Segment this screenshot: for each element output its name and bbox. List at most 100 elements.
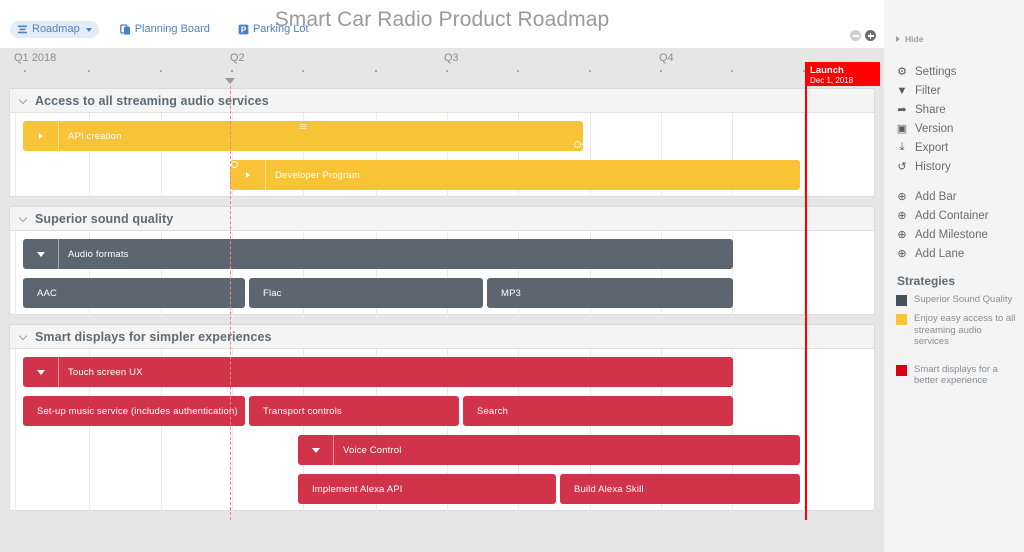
swimlane: Smart displays for simpler experiences To…: [9, 324, 875, 512]
dependency-handle[interactable]: [574, 140, 581, 148]
sidebar-item-label: Add Lane: [915, 247, 965, 260]
roadmap-container-bar[interactable]: Voice Control: [298, 435, 800, 465]
milestone-launch-line: [805, 86, 807, 520]
sidebar-item-share[interactable]: ➦ Share: [896, 100, 1024, 119]
filter-icon: ▼: [896, 84, 908, 97]
bar-label: Audio formats: [68, 248, 129, 260]
roadmap-bar[interactable]: Implement Alexa API: [298, 474, 556, 504]
roadmap-container-bar[interactable]: Developer Program: [223, 160, 800, 190]
roadmap-bar[interactable]: Flac: [249, 278, 483, 308]
today-marker-triangle: [225, 78, 235, 84]
roadmap-container-bar[interactable]: Touch screen UX: [23, 357, 733, 387]
timeline-header[interactable]: Q1 2018 Q2 Q3 Q4 Launch Dec 1, 2018: [0, 48, 884, 86]
view-tab-roadmap[interactable]: Roadmap: [10, 21, 99, 38]
add-lane-icon: ⊕: [897, 248, 907, 260]
swimlane-header[interactable]: Access to all streaming audio services: [10, 89, 874, 113]
collapse-toggle[interactable]: [23, 239, 59, 269]
swimlane-title: Smart displays for simpler experiences: [35, 329, 272, 344]
add-bar-icon: ⊕: [897, 191, 907, 203]
dependency-connector: [223, 164, 231, 166]
view-tab-label: Planning Board: [134, 23, 210, 35]
roadmap-bar[interactable]: Transport controls: [249, 396, 459, 426]
swimlane: Access to all streaming audio services AP…: [9, 88, 875, 198]
strategies-legend: Superior Sound Quality Enjoy easy access …: [896, 294, 1024, 387]
bar-label: Touch screen UX: [68, 366, 143, 378]
bar-label: Voice Control: [343, 444, 402, 456]
sidebar-item-add-milestone[interactable]: ⊕ Add Milestone: [896, 225, 1024, 244]
sidebar-item-export[interactable]: ⤓ Export: [896, 138, 1024, 157]
view-tab-label: Parking Lot: [252, 23, 309, 35]
sidebar-item-label: Add Container: [915, 209, 989, 222]
timeline-quarter-label: Q4: [659, 52, 674, 64]
bar-label: Implement Alexa API: [312, 483, 403, 495]
drag-grip-icon[interactable]: [299, 124, 307, 129]
milestone-launch-flag[interactable]: Launch Dec 1, 2018: [805, 62, 880, 86]
sidebar-item-add-container[interactable]: ⊕ Add Container: [896, 206, 1024, 225]
swimlane-body: Audio formats AAC Flac MP3: [10, 231, 874, 316]
zoom-out-icon[interactable]: [850, 30, 861, 41]
swimlane-header[interactable]: Smart displays for simpler experiences: [10, 325, 874, 349]
add-container-icon: ⊕: [897, 210, 907, 222]
grid-line: [15, 349, 16, 512]
roadmap-container-bar[interactable]: API creation: [23, 121, 589, 151]
timeline-quarter-label: Q1 2018: [14, 52, 57, 64]
milestone-name: Launch: [810, 65, 844, 76]
strategy-label: Superior Sound Quality: [914, 294, 1013, 305]
hide-panel-label: Hide: [905, 34, 924, 44]
roadmap-bar[interactable]: AAC: [23, 278, 245, 308]
legend-spacer: [896, 355, 1024, 364]
sidebar-item-label: Filter: [915, 84, 941, 97]
chevron-right-icon: [245, 172, 250, 178]
timeline-month-tick: [375, 70, 377, 72]
strategy-legend-item[interactable]: Superior Sound Quality: [896, 294, 1024, 306]
sidebar-item-history[interactable]: ↺ History: [896, 157, 1024, 176]
hide-panel-button[interactable]: Hide: [896, 34, 1024, 44]
view-tab-parking-lot[interactable]: P Parking Lot: [231, 21, 316, 38]
chevron-right-icon: [38, 133, 43, 139]
timeline-quarter-label: Q2: [230, 52, 245, 64]
roadmap-bar[interactable]: MP3: [487, 278, 733, 308]
strategy-color-swatch: [896, 364, 907, 376]
expand-toggle[interactable]: [23, 121, 59, 151]
timeline-month-tick: [589, 70, 591, 72]
sidebar-item-add-lane[interactable]: ⊕ Add Lane: [896, 244, 1024, 263]
bar-label: Developer Program: [275, 169, 360, 181]
roadmap-container-bar[interactable]: Audio formats: [23, 239, 733, 269]
bar-label: API creation: [68, 130, 122, 142]
collapse-toggle[interactable]: [23, 357, 59, 387]
zoom-in-icon[interactable]: [865, 30, 876, 41]
view-tab-planning-board[interactable]: Planning Board: [113, 21, 217, 38]
chevron-down-icon[interactable]: [19, 96, 28, 105]
strategy-legend-item[interactable]: Enjoy easy access to all streaming audio…: [896, 313, 1024, 348]
grid-line: [15, 113, 16, 198]
timeline-month-tick: [731, 70, 733, 72]
dependency-handle[interactable]: [231, 161, 238, 168]
bar-label: Transport controls: [263, 405, 342, 417]
strategy-label: Smart displays for a better experience: [914, 363, 998, 387]
sidebar-item-label: Add Bar: [915, 190, 957, 203]
sidebar-item-version[interactable]: ▣ Version: [896, 119, 1024, 138]
sidebar-item-settings[interactable]: ⚙ Settings: [896, 62, 1024, 81]
add-milestone-icon: ⊕: [897, 229, 907, 241]
roadmap-bar[interactable]: Search: [463, 396, 733, 426]
roadmap-bar[interactable]: Set-up music service (includes authentic…: [23, 396, 245, 426]
timeline-quarter-label: Q3: [444, 52, 459, 64]
roadmap-bar[interactable]: Build Alexa Skill: [560, 474, 800, 504]
chevron-down-icon[interactable]: [19, 332, 28, 341]
chevron-down-icon: [36, 251, 45, 257]
roadmap-board: Access to all streaming audio services AP…: [0, 86, 884, 552]
gear-icon: ⚙: [897, 66, 907, 78]
strategy-color-swatch: [896, 314, 907, 325]
sidebar-item-add-bar[interactable]: ⊕ Add Bar: [896, 187, 1024, 206]
timeline-month-tick: [88, 70, 90, 72]
swimlane-header[interactable]: Superior sound quality: [10, 207, 874, 231]
sidebar-item-filter[interactable]: ▼ Filter: [896, 81, 1024, 100]
chevron-down-icon: [85, 27, 92, 32]
chevron-down-icon: [36, 369, 45, 375]
collapse-toggle[interactable]: [298, 435, 334, 465]
bar-label: Set-up music service (includes authentic…: [37, 405, 238, 417]
chevron-down-icon[interactable]: [19, 214, 28, 223]
export-icon: ⤓: [899, 141, 905, 153]
timeline-month-tick: [160, 70, 162, 72]
strategy-legend-item[interactable]: Smart displays for a better experience: [896, 364, 1024, 387]
